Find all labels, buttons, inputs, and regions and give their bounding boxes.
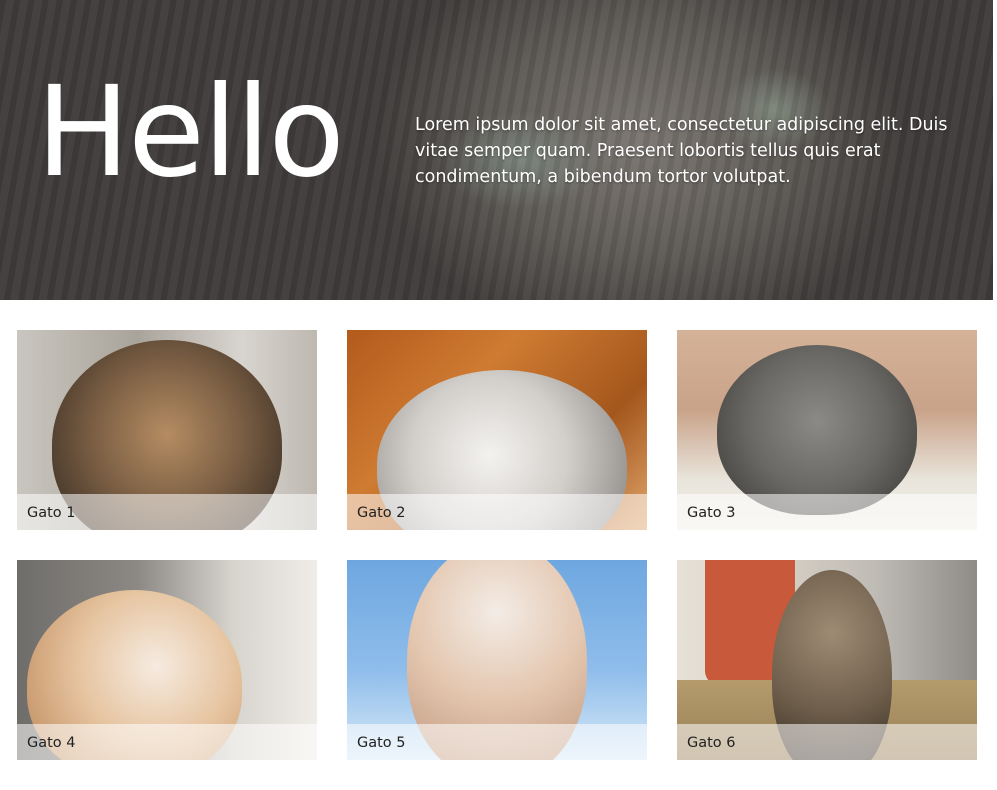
hero-title: Hello [36, 60, 345, 205]
card-label: Gato 4 [27, 735, 76, 751]
card-label: Gato 6 [687, 735, 736, 751]
card-label: Gato 3 [687, 505, 736, 521]
card-label: Gato 1 [27, 505, 76, 521]
hero-text: Lorem ipsum dolor sit amet, consectetur … [415, 115, 948, 187]
card-label: Gato 5 [357, 735, 406, 751]
hero-banner: Hello Lorem ipsum dolor sit amet, consec… [0, 0, 993, 300]
gallery-card[interactable]: Gato 2 [347, 330, 647, 530]
card-label: Gato 2 [357, 505, 406, 521]
gallery-card[interactable]: Gato 5 [347, 560, 647, 760]
gallery-card[interactable]: Gato 4 [17, 560, 317, 760]
gallery-card[interactable]: Gato 3 [677, 330, 977, 530]
gallery-card[interactable]: Gato 1 [17, 330, 317, 530]
gallery-card[interactable]: Gato 6 [677, 560, 977, 760]
